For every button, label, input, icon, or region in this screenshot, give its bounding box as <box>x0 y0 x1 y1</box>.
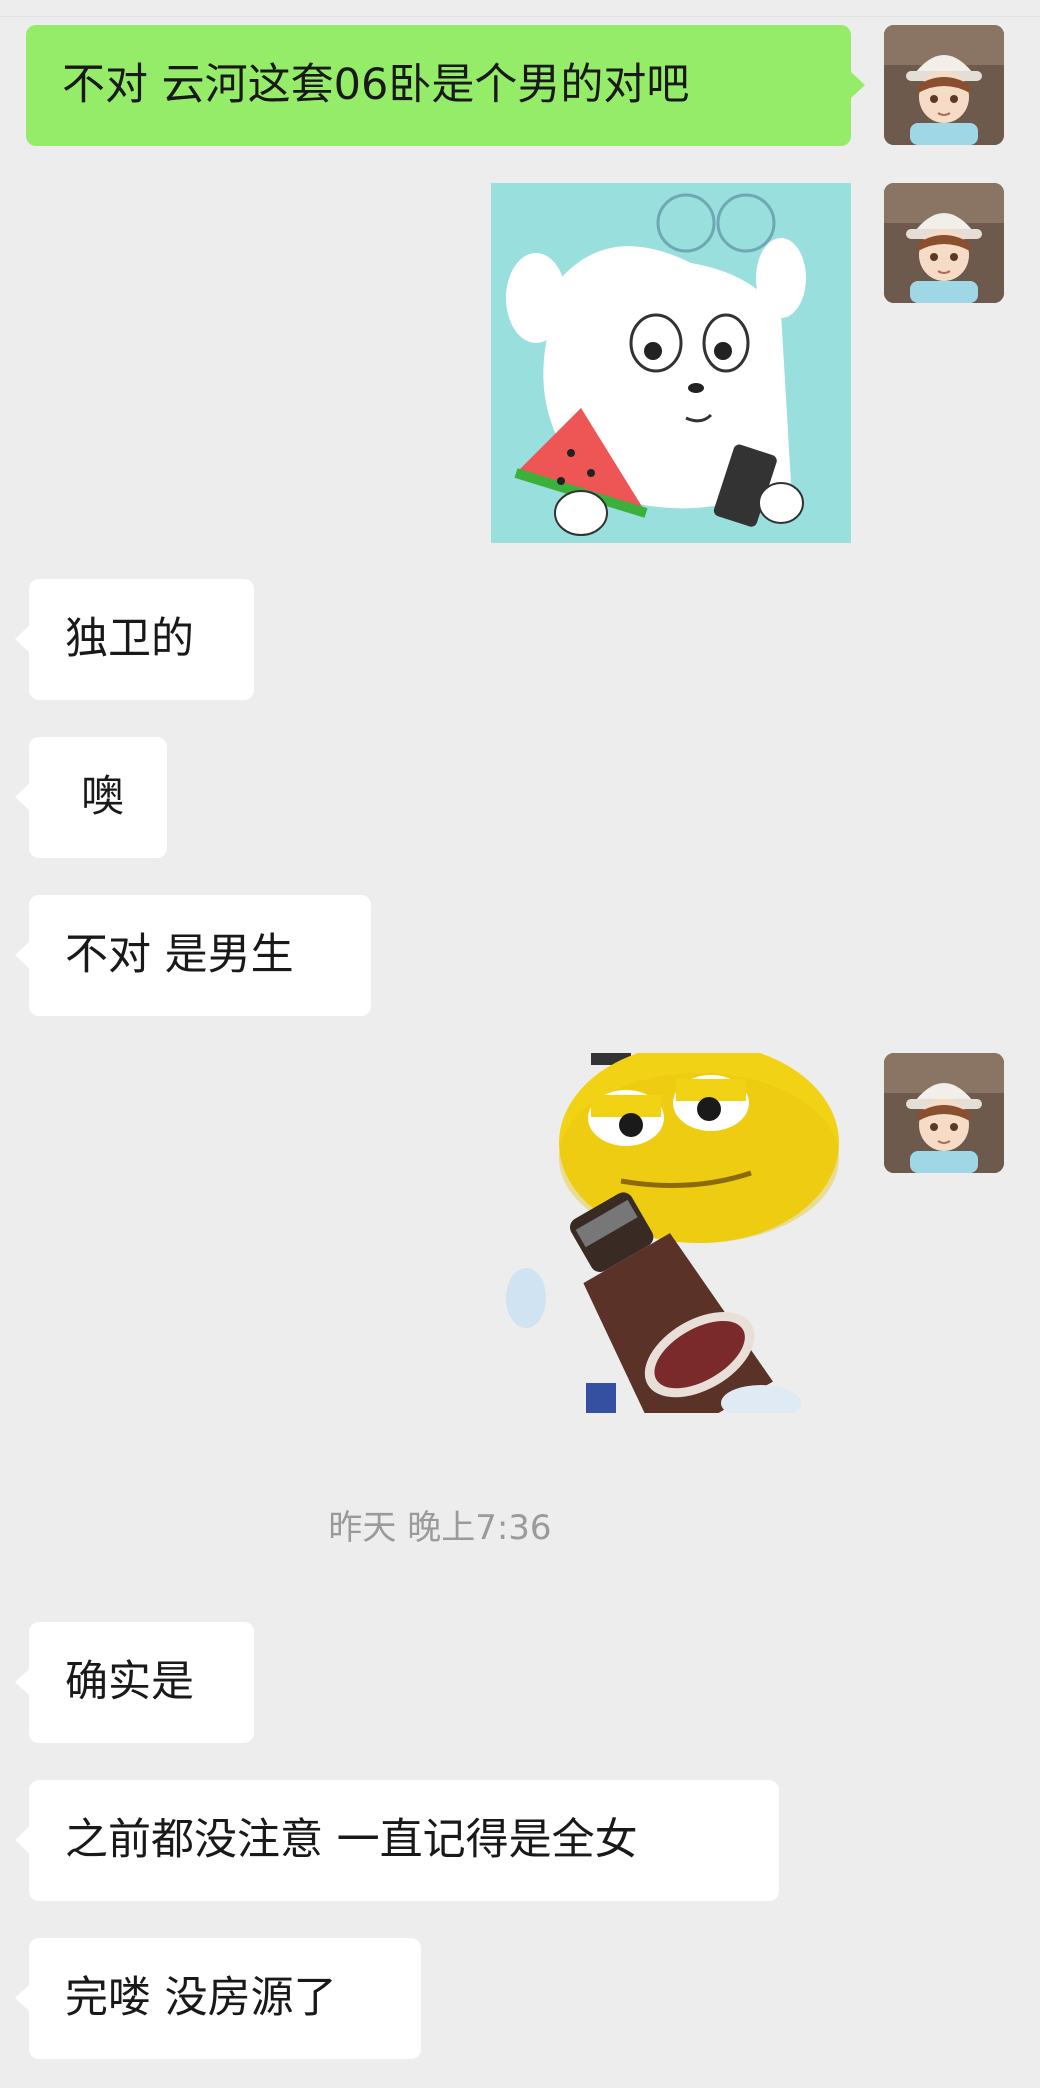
message-text: 确实是 <box>65 1657 194 1707</box>
anime-boy-avatar-icon <box>884 1053 1004 1173</box>
message-bubble-other[interactable]: 之前都没注意 一直记得是全女 <box>15 1780 779 1901</box>
message-text: 完喽 没房源了 <box>65 1973 337 2023</box>
message-text: 噢 <box>81 772 124 822</box>
timestamp: 昨天 晚上7:36 <box>328 1508 552 1548</box>
top-divider <box>0 16 1040 17</box>
message-text: 不对 是男生 <box>65 930 294 980</box>
message-bubble-other[interactable]: 独卫的 <box>15 579 254 700</box>
message-text: 不对 云河这套06卧是个男的对吧 <box>62 60 690 110</box>
avatar[interactable] <box>884 1053 1004 1173</box>
anime-boy-avatar-icon <box>884 25 1004 145</box>
white-dog-watermelon-sticker-icon <box>491 183 851 543</box>
message-bubble-other[interactable]: 不对 是男生 <box>15 895 371 1016</box>
sticker-message[interactable] <box>491 1053 851 1413</box>
message-bubble-other[interactable]: 噢 <box>15 737 167 858</box>
avatar[interactable] <box>884 183 1004 303</box>
message-bubble-self[interactable]: 不对 云河这套06卧是个男的对吧 <box>26 25 865 146</box>
message-bubble-other[interactable]: 确实是 <box>15 1622 254 1743</box>
avatar[interactable] <box>884 25 1004 145</box>
yellow-face-beer-bottle-sticker-icon <box>491 1053 851 1413</box>
message-text: 独卫的 <box>65 614 194 664</box>
sticker-message[interactable] <box>491 183 851 543</box>
anime-boy-avatar-icon <box>884 183 1004 303</box>
message-bubble-other[interactable]: 完喽 没房源了 <box>15 1938 421 2059</box>
message-text: 之前都没注意 一直记得是全女 <box>65 1815 638 1865</box>
